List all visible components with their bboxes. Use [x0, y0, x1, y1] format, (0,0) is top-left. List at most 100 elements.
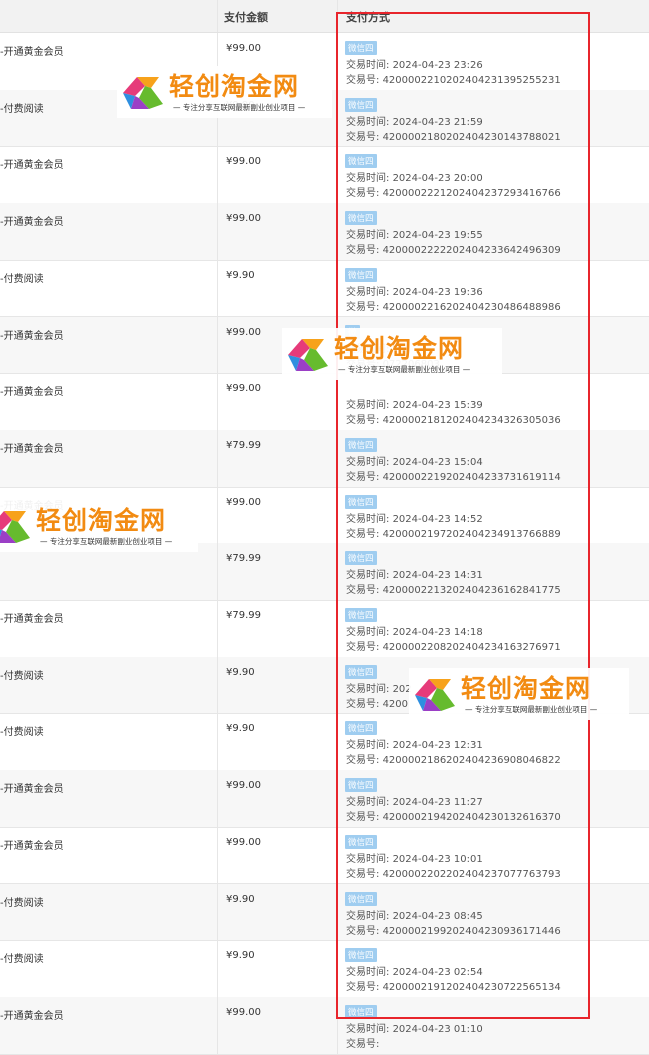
transaction-time-value: 2024-04-23 19:55: [392, 230, 483, 242]
transaction-id-value: 4200002210202404231395255231: [382, 75, 561, 86]
transaction-time: 交易时间: 2024-04-23 14:52: [346, 510, 483, 525]
logo-icon: [288, 339, 328, 371]
column-divider: [217, 883, 218, 941]
table-row: -开通黄金会员 ¥79.99 微信四 交易时间: 2024-04-23 15:04 交易…: [0, 429, 649, 488]
logo-icon: [415, 679, 455, 711]
payment-method-badge: 微信四: [345, 778, 377, 793]
table-row: -付费阅读 ¥9.90 微信四 交易时间: 2024-04-23 19:36 交易号: …: [0, 259, 649, 318]
watermark-subtitle: — 专注分享互联网最新副业创业项目 —: [173, 103, 306, 112]
transaction-id: 交易号: 4200002208202404234163276971: [346, 638, 561, 653]
transaction-id-value: 4200002194202404230132616370: [382, 812, 561, 824]
transaction-id: 交易号: 4200002181202404234326305036: [346, 411, 561, 426]
transaction-time: 交易时间: 2024-04-23 15:04: [346, 453, 483, 468]
table-row: -付费阅读 ¥9.90 微信四 交易时间: 2024-04-23 02:54 交易号: …: [0, 940, 649, 998]
watermark: 轻创淘金网 — 专注分享互联网最新副业创业项目 —: [0, 500, 198, 552]
payment-amount: ¥99.00: [226, 43, 261, 54]
transaction-time-label: 交易时间:: [346, 456, 393, 468]
transaction-time: 交易时间: 2024-04-23 02:54: [346, 963, 483, 978]
transaction-time-value: 2024-04-23 19:36: [392, 286, 483, 298]
transaction-time-label: 交易时间:: [346, 797, 393, 809]
column-divider: [217, 146, 218, 204]
transaction-time-label: 交易时间:: [346, 683, 393, 695]
column-divider: [217, 0, 218, 32]
payment-method-badge: 微信四: [345, 41, 377, 55]
product-name: -付费阅读: [0, 727, 44, 739]
transaction-id-value: 4200002186202404236908046822: [382, 755, 561, 767]
payment-amount: ¥9.90: [226, 893, 255, 905]
transaction-id-label: 交易号:: [346, 415, 383, 427]
product-name: -开通黄金会员: [0, 330, 64, 342]
transaction-time: 交易时间: 2024-04-23 20:00: [346, 169, 483, 184]
product-name: -开通黄金会员: [0, 840, 64, 852]
transaction-time-value: 2024-04-23 14:31: [392, 570, 483, 582]
transaction-time-value: 2024-04-23 14:18: [392, 627, 483, 638]
transaction-time-label: 交易时间:: [346, 1023, 393, 1035]
transaction-time-value: 2024-04-23 01:10: [392, 1023, 483, 1035]
transaction-id: 交易号: 4200002197202404234913766889: [346, 525, 561, 540]
column-divider: [337, 996, 338, 1054]
transaction-time-value: 2024-04-23 11:27: [392, 797, 483, 809]
transaction-time: 交易时间: 2024-04-23 15:39: [346, 396, 483, 411]
payment-method-badge: 微信四: [345, 97, 377, 112]
payment-amount: ¥99.00: [226, 326, 261, 338]
transaction-time-label: 交易时间:: [346, 627, 393, 638]
transaction-id: 交易号: 4200002191202404230722565134: [346, 978, 561, 993]
watermark: 轻创淘金网 — 专注分享互联网最新副业创业项目 —: [117, 66, 332, 118]
column-divider: [337, 373, 338, 430]
transaction-id-value: 4200: [382, 698, 409, 710]
watermark-subtitle: — 专注分享互联网最新副业创业项目 —: [465, 705, 598, 714]
transaction-time-value: 2024-04-23 02:54: [392, 967, 483, 979]
transaction-id-value: 4200002202202404237077763793: [382, 868, 561, 880]
transaction-time-value: 2024-04-23 08:45: [392, 910, 483, 922]
payment-amount: ¥79.99: [226, 553, 261, 565]
payment-amount: ¥79.99: [226, 610, 261, 621]
transaction-time: 交易时间: 202: [346, 680, 412, 695]
table-row: -开通黄金会员 ¥99.00 微信四 交易时间: 2024-04-23 11:27 交易…: [0, 770, 649, 828]
column-divider: [217, 429, 218, 487]
transaction-id-label: 交易号:: [346, 755, 383, 767]
column-divider: [337, 770, 338, 827]
column-divider: [337, 940, 338, 997]
transaction-id-label: 交易号:: [346, 471, 383, 483]
column-divider: [217, 826, 218, 884]
payment-amount: ¥99.00: [226, 156, 261, 168]
column-divider: [337, 33, 338, 90]
transaction-time: 交易时间: 2024-04-23 12:31: [346, 736, 483, 751]
column-divider: [217, 996, 218, 1054]
table-row: -开通黄金会员 ¥99.00 微信四 交易时间: 2024-04-23 01:10 交易…: [0, 996, 649, 1055]
transaction-time-value: 2024-04-23 15:39: [392, 400, 483, 412]
transaction-time-label: 交易时间:: [346, 400, 393, 412]
watermark-title: 轻创淘金网: [334, 334, 465, 363]
transaction-time-label: 交易时间:: [346, 853, 393, 865]
transaction-time: 交易时间: 2024-04-23 01:10: [346, 1020, 483, 1035]
transaction-id-value: 4200002181202404234326305036: [382, 415, 561, 427]
transaction-id-value: 4200002180202404230143788021: [382, 131, 561, 143]
logo-icon: [123, 77, 163, 109]
transaction-time-value: 2024-04-23 20:00: [392, 173, 483, 185]
payment-method-badge: 微信四: [345, 437, 377, 452]
payment-method-badge: 微信四: [345, 948, 377, 963]
payment-amount: ¥99.00: [226, 213, 261, 225]
transaction-id-label: 交易号:: [346, 1038, 380, 1050]
product-name: -开通黄金会员: [0, 217, 64, 229]
payment-amount: ¥99.00: [226, 496, 261, 508]
transaction-id-label: 交易号:: [346, 925, 383, 937]
transaction-time-label: 交易时间:: [346, 230, 393, 242]
table-row: -开通黄金会员 ¥99.00 微信四 交易时间: 2024-04-23 20:00 交易…: [0, 146, 649, 205]
product-name: -付费阅读: [0, 670, 44, 682]
transaction-id: 交易号: 4200: [346, 695, 408, 710]
transaction-id-label: 交易号:: [346, 528, 383, 540]
product-name: -开通黄金会员: [0, 160, 64, 172]
product-name: -付费阅读: [0, 897, 44, 909]
column-divider: [337, 713, 338, 771]
column-divider: [337, 89, 338, 147]
transaction-id-label: 交易号:: [346, 642, 383, 653]
transaction-id: 交易号: 4200002221202404237293416766: [346, 184, 561, 199]
payment-amount: ¥9.90: [226, 269, 255, 281]
column-divider: [217, 486, 218, 544]
payment-method-badge: 微信四: [345, 154, 377, 169]
product-name: -付费阅读: [0, 273, 44, 285]
transaction-time-label: 交易时间:: [346, 116, 393, 128]
transaction-id-label: 交易号:: [346, 188, 383, 200]
payment-method-badge: 微信四: [345, 267, 377, 282]
